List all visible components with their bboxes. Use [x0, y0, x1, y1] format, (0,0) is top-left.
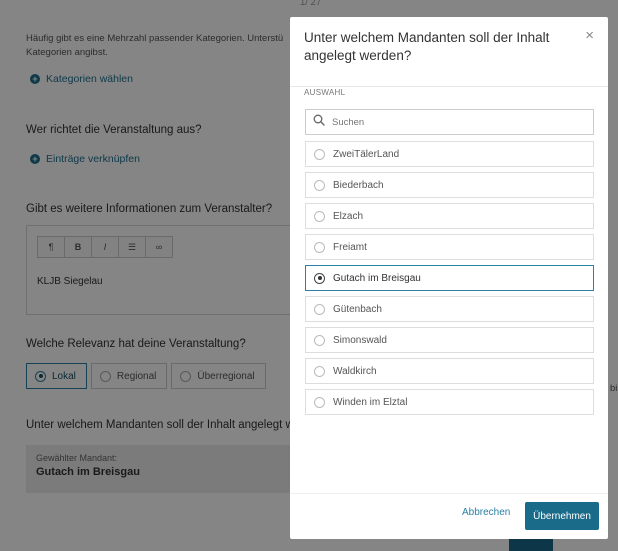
footer-divider: [290, 493, 608, 494]
client-option-label: Gutach im Breisgau: [333, 272, 421, 284]
client-select-dialog: Unter welchem Mandanten soll der Inhalt …: [290, 17, 608, 539]
radio-unchecked-icon: [314, 241, 325, 253]
cancel-button[interactable]: Abbrechen: [462, 507, 510, 518]
client-option[interactable]: ZweiTälerLand: [305, 141, 594, 167]
section-label: AUSWAHL: [304, 88, 346, 97]
client-option[interactable]: Elzach: [305, 203, 594, 229]
client-option-selected[interactable]: Gutach im Breisgau: [305, 265, 594, 291]
radio-unchecked-icon: [314, 148, 325, 160]
radio-unchecked-icon: [314, 334, 325, 346]
client-option-label: Gütenbach: [333, 303, 382, 315]
client-option-list: ZweiTälerLand Biederbach Elzach Freiamt …: [305, 141, 594, 420]
client-option-label: Winden im Elztal: [333, 396, 408, 408]
client-option-label: Simonswald: [333, 334, 387, 346]
client-option[interactable]: Winden im Elztal: [305, 389, 594, 415]
search-input[interactable]: [332, 116, 572, 128]
search-field[interactable]: [305, 109, 594, 135]
radio-checked-icon: [314, 272, 325, 284]
client-option-label: Waldkirch: [333, 365, 377, 377]
radio-unchecked-icon: [314, 179, 325, 191]
close-icon[interactable]: ×: [585, 27, 594, 44]
client-option-label: Freiamt: [333, 241, 367, 253]
radio-unchecked-icon: [314, 303, 325, 315]
client-option[interactable]: Simonswald: [305, 327, 594, 353]
client-option-label: Biederbach: [333, 179, 384, 191]
dialog-title: Unter welchem Mandanten soll der Inhalt …: [304, 30, 550, 63]
divider: [290, 86, 608, 87]
apply-button[interactable]: Übernehmen: [525, 502, 599, 530]
client-option[interactable]: Waldkirch: [305, 358, 594, 384]
client-option[interactable]: Gütenbach: [305, 296, 594, 322]
client-option[interactable]: Biederbach: [305, 172, 594, 198]
radio-unchecked-icon: [314, 210, 325, 222]
radio-unchecked-icon: [314, 365, 325, 377]
radio-unchecked-icon: [314, 396, 325, 408]
client-option[interactable]: Freiamt: [305, 234, 594, 260]
client-option-label: Elzach: [333, 210, 364, 222]
client-option-label: ZweiTälerLand: [333, 148, 400, 160]
search-icon: [313, 113, 325, 131]
